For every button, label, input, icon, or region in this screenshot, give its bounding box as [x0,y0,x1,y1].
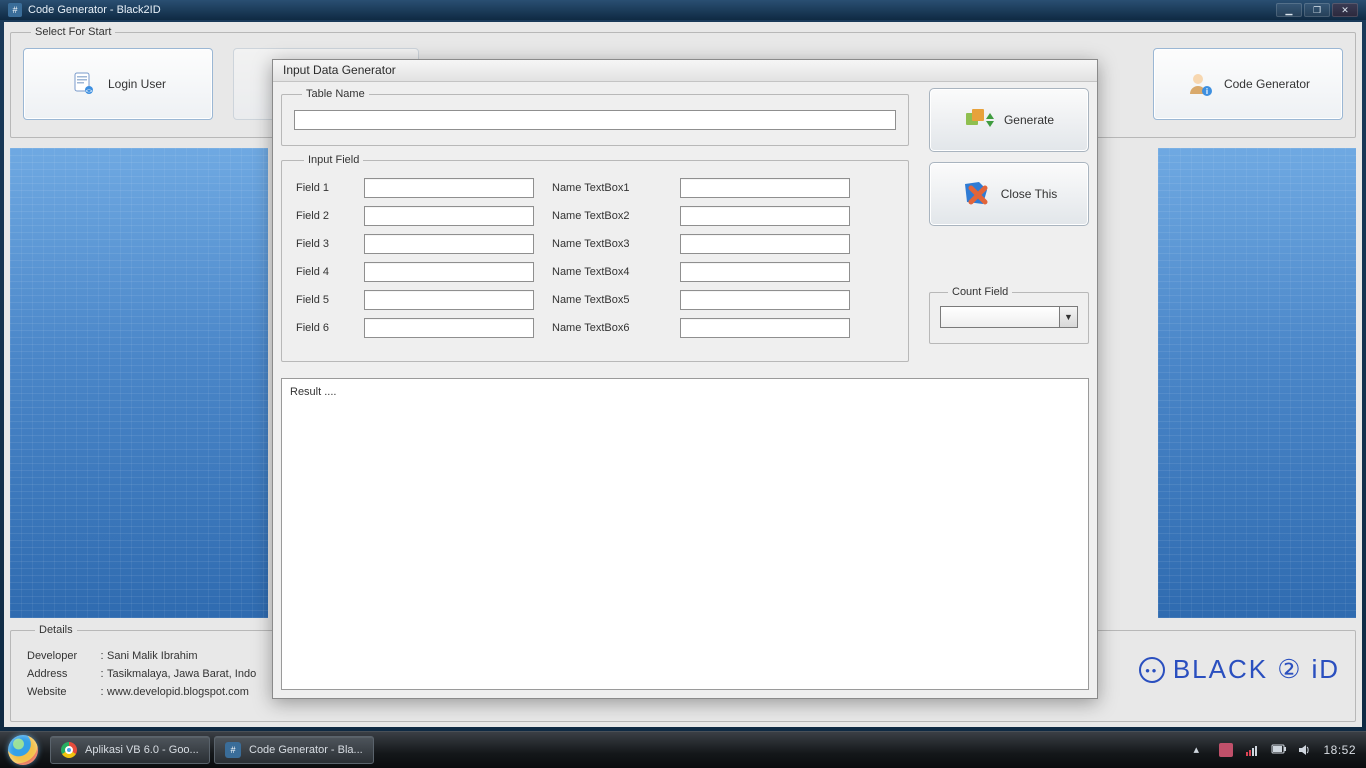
select-for-start-legend: Select For Start [31,26,115,38]
field5-label: Field 5 [296,294,346,306]
tray-volume-icon[interactable] [1297,743,1311,757]
website-label: Website [27,686,97,698]
textbox5-label: Name TextBox5 [552,294,662,306]
textbox1-label: Name TextBox1 [552,182,662,194]
app-icon: # [8,3,22,17]
field5-input[interactable] [364,290,534,310]
field1-input[interactable] [364,178,534,198]
tray-network-icon[interactable] [1245,743,1259,757]
login-user-button[interactable]: <> Login User [23,48,213,120]
main-titlebar[interactable]: # Code Generator - Black2ID ▁ ❐ ✕ [0,0,1366,20]
svg-text:<>: <> [85,89,93,95]
tray-battery-icon[interactable] [1271,743,1285,757]
textbox4-label: Name TextBox4 [552,266,662,278]
taskbar-app1-label: Aplikasi VB 6.0 - Goo... [85,744,199,756]
table-name-group: Table Name [281,88,909,146]
smiley-icon: •• [1139,657,1165,683]
brand-logo: •• BLACK ② ᎥD [1139,654,1340,686]
textbox3-label: Name TextBox3 [552,238,662,250]
table-name-legend: Table Name [302,88,369,100]
decorative-left-panel [10,148,268,618]
textbox6-label: Name TextBox6 [552,322,662,334]
field3-label: Field 3 [296,238,346,250]
generate-icon [964,107,994,133]
taskbar-app-codegen[interactable]: # Code Generator - Bla... [214,736,374,764]
textbox6-input[interactable] [680,318,850,338]
system-tray: ▴ 18:52 [1183,743,1366,757]
app-taskbar-icon: # [225,742,241,758]
close-this-button[interactable]: Close This [929,162,1089,226]
input-data-generator-dialog: Input Data Generator Table Name Input Fi… [272,59,1098,699]
generate-label: Generate [1004,113,1054,127]
start-button[interactable] [0,732,46,768]
textbox5-input[interactable] [680,290,850,310]
code-generator-button[interactable]: i Code Generator [1153,48,1343,120]
details-legend: Details [35,624,77,636]
field4-input[interactable] [364,262,534,282]
window-title: Code Generator - Black2ID [28,4,161,16]
textbox3-input[interactable] [680,234,850,254]
taskbar-app-chrome[interactable]: Aplikasi VB 6.0 - Goo... [50,736,210,764]
field2-label: Field 2 [296,210,346,222]
field3-input[interactable] [364,234,534,254]
textbox4-input[interactable] [680,262,850,282]
field2-input[interactable] [364,206,534,226]
dialog-titlebar[interactable]: Input Data Generator [273,60,1097,82]
decorative-right-panel [1158,148,1356,618]
minimize-button[interactable]: ▁ [1276,3,1302,17]
maximize-button[interactable]: ❐ [1304,3,1330,17]
address-label: Address [27,668,97,680]
tray-clock[interactable]: 18:52 [1323,743,1356,757]
svg-text:i: i [1206,87,1208,96]
login-icon: <> [70,70,98,98]
input-field-group: Input Field Field 1 Name TextBox1 Field … [281,154,909,362]
close-button[interactable]: ✕ [1332,3,1358,17]
input-field-legend: Input Field [304,154,363,166]
textbox2-input[interactable] [680,206,850,226]
close-this-label: Close This [1001,187,1057,201]
table-name-input[interactable] [294,110,896,130]
tray-app-icon[interactable] [1219,743,1233,757]
windows-orb-icon [8,735,38,765]
user-info-icon: i [1186,70,1214,98]
code-generator-label: Code Generator [1224,77,1310,91]
count-field-combobox[interactable]: ▼ [940,306,1078,328]
developer-label: Developer [27,650,97,662]
brand-text: BLACK ② ᎥD [1173,654,1340,686]
textbox1-input[interactable] [680,178,850,198]
count-field-legend: Count Field [948,286,1012,298]
login-user-label: Login User [108,77,166,91]
chrome-icon [61,742,77,758]
taskbar-app2-label: Code Generator - Bla... [249,744,363,756]
taskbar: Aplikasi VB 6.0 - Goo... # Code Generato… [0,731,1366,768]
generate-button[interactable]: Generate [929,88,1089,152]
field6-label: Field 6 [296,322,346,334]
field4-label: Field 4 [296,266,346,278]
chevron-down-icon: ▼ [1059,307,1077,327]
count-field-group: Count Field ▼ [929,286,1089,344]
textbox2-label: Name TextBox2 [552,210,662,222]
close-icon [961,180,991,208]
result-textarea[interactable] [281,378,1089,690]
tray-chevron-icon[interactable]: ▴ [1193,743,1207,757]
dialog-title: Input Data Generator [283,63,396,77]
field1-label: Field 1 [296,182,346,194]
field6-input[interactable] [364,318,534,338]
